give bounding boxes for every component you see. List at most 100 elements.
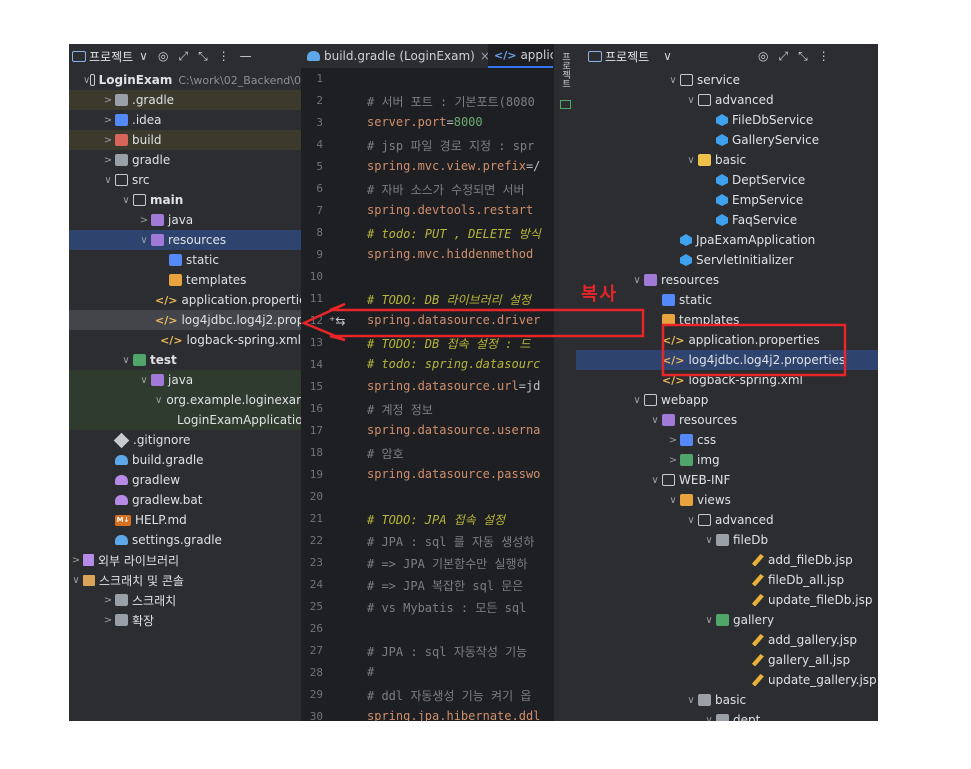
tree-item[interactable]: build.gradle bbox=[69, 450, 301, 470]
code-line[interactable]: # => JPA 기본함수만 실행하 bbox=[367, 555, 528, 572]
code-line[interactable]: # vs Mybatis : 모든 sql bbox=[367, 599, 526, 616]
code-line[interactable]: # => JPA 복잡한 sql 문은 bbox=[367, 577, 523, 594]
tab-application-properties[interactable]: </> applica bbox=[488, 44, 553, 68]
chevron-right-icon[interactable]: > bbox=[101, 595, 115, 606]
chevron-down-icon[interactable]: ∨ bbox=[702, 615, 716, 626]
tree-item[interactable]: </>log4jdbc.log4j2.properties bbox=[69, 310, 301, 330]
code-line[interactable]: # 계정 정보 bbox=[367, 401, 433, 418]
code-line[interactable]: # JPA : sql 자동작성 기능 bbox=[367, 643, 527, 660]
tree-item[interactable]: FileDbService bbox=[576, 110, 878, 130]
tree-item[interactable]: ServletInitializer bbox=[576, 250, 878, 270]
tree-item[interactable]: update_fileDb.jsp bbox=[576, 590, 878, 610]
chevron-right-icon[interactable]: > bbox=[101, 95, 115, 106]
project-toolbar-title[interactable]: 프로젝트 bbox=[89, 48, 133, 65]
code-line[interactable]: # TODO: DB 라이브러리 설정 bbox=[367, 291, 531, 308]
chevron-down-icon[interactable]: ∨ bbox=[648, 415, 662, 426]
options-menu-icon[interactable]: ⋮ bbox=[218, 49, 230, 63]
code-line[interactable]: spring.mvc.hiddenmethod bbox=[367, 247, 533, 261]
chevron-right-icon[interactable]: > bbox=[101, 135, 115, 146]
code-editor[interactable]: build.gradle (LoginExam) × </> applica 1… bbox=[301, 44, 553, 721]
tree-item[interactable]: ∨ resources bbox=[576, 410, 878, 430]
chevron-right-icon[interactable]: > bbox=[666, 455, 680, 466]
tree-item[interactable]: ∨ advanced bbox=[576, 510, 878, 530]
monitor-icon[interactable] bbox=[560, 100, 571, 109]
tree-item[interactable]: > gradle bbox=[69, 150, 301, 170]
code-line[interactable]: # todo: PUT , DELETE 방식 bbox=[367, 225, 541, 242]
chevron-down-icon[interactable]: ∨ bbox=[684, 155, 698, 166]
tree-item[interactable]: gallery_all.jsp bbox=[576, 650, 878, 670]
chevron-down-icon[interactable]: ∨ bbox=[648, 475, 662, 486]
code-line[interactable]: spring.datasource.url=jd bbox=[367, 379, 540, 393]
tree-item[interactable]: </> application.properties bbox=[69, 290, 301, 310]
chevron-right-icon[interactable]: > bbox=[101, 115, 115, 126]
chevron-down-icon[interactable]: ∨ bbox=[702, 535, 716, 546]
chevron-right-icon[interactable]: > bbox=[101, 155, 115, 166]
code-line[interactable]: spring.datasource.userna bbox=[367, 423, 540, 437]
tree-item[interactable]: ∨ gallery bbox=[576, 610, 878, 630]
chevron-down-icon[interactable]: ∨ bbox=[137, 235, 151, 246]
chevron-down-icon[interactable]: ∨ bbox=[83, 75, 90, 86]
tree-item[interactable]: static bbox=[69, 250, 301, 270]
collapse-all-icon[interactable]: ⤡ bbox=[198, 49, 208, 64]
tree-item[interactable]: ∨ 스크래치 및 콘솔 bbox=[69, 570, 301, 590]
code-line[interactable]: # todo: spring.datasourc bbox=[367, 357, 540, 371]
code-line[interactable]: # ddl 자동생성 기능 켜기 옵 bbox=[367, 687, 531, 704]
expand-all-icon[interactable]: ⤢ bbox=[778, 49, 788, 64]
project-toolbar-title[interactable]: 프로젝트 bbox=[605, 48, 649, 65]
code-line[interactable]: spring.devtools.restart bbox=[367, 203, 533, 217]
tree-item[interactable]: ∨ main bbox=[69, 190, 301, 210]
tree-item[interactable]: static bbox=[576, 290, 878, 310]
tree-item[interactable]: EmpService bbox=[576, 190, 878, 210]
tree-item[interactable]: </> logback-spring.xml bbox=[576, 370, 878, 390]
code-line[interactable]: # jsp 파일 경로 지정 : spr bbox=[367, 137, 534, 154]
chevron-down-icon[interactable]: ∨ bbox=[666, 495, 680, 506]
tree-item[interactable]: ∨ advanced bbox=[576, 90, 878, 110]
options-menu-icon[interactable]: ⋮ bbox=[818, 49, 830, 63]
tree-item[interactable]: update_gallery.jsp bbox=[576, 670, 878, 690]
target-icon[interactable]: ◎ bbox=[158, 49, 168, 63]
tree-item[interactable]: ∨ dept bbox=[576, 710, 878, 721]
tree-item[interactable]: settings.gradle bbox=[69, 530, 301, 550]
tree-item[interactable]: M↓ HELP.md bbox=[69, 510, 301, 530]
tree-item[interactable]: </>log4jdbc.log4j2.properties bbox=[576, 350, 878, 370]
tree-item[interactable]: gradlew.bat bbox=[69, 490, 301, 510]
tree-item[interactable]: ∨ LoginExam C:\work\02_Backend\0 bbox=[69, 70, 301, 90]
chevron-down-icon[interactable]: ∨ bbox=[684, 95, 698, 106]
tree-item[interactable]: ∨ test bbox=[69, 350, 301, 370]
tree-item[interactable]: gradlew bbox=[69, 470, 301, 490]
chevron-down-icon[interactable]: ∨ bbox=[119, 355, 133, 366]
tree-item[interactable]: > java bbox=[69, 210, 301, 230]
tree-item[interactable]: </> logback-spring.xml bbox=[69, 330, 301, 350]
chevron-down-icon[interactable]: ∨ bbox=[702, 715, 716, 722]
chevron-down-icon[interactable]: ∨ bbox=[630, 275, 644, 286]
code-line[interactable]: # 자바 소스가 수정되면 서버 bbox=[367, 181, 525, 198]
chevron-down-icon[interactable]: ∨ bbox=[137, 375, 151, 386]
tree-item[interactable]: > .gradle bbox=[69, 90, 301, 110]
tree-item[interactable]: > build bbox=[69, 130, 301, 150]
chevron-down-icon[interactable]: ∨ bbox=[684, 695, 698, 706]
tree-item[interactable]: ∨ service bbox=[576, 70, 878, 90]
target-icon[interactable]: ◎ bbox=[758, 49, 768, 63]
tree-item[interactable]: fileDb_all.jsp bbox=[576, 570, 878, 590]
tree-item[interactable]: .gitignore bbox=[69, 430, 301, 450]
tree-item[interactable]: ∨ resources bbox=[576, 270, 878, 290]
tree-item[interactable]: templates bbox=[576, 310, 878, 330]
tree-item[interactable]: > 확장 bbox=[69, 610, 301, 630]
tree-item[interactable]: > 스크래치 bbox=[69, 590, 301, 610]
tree-item[interactable]: ∨ java bbox=[69, 370, 301, 390]
tree-item[interactable]: DeptService bbox=[576, 170, 878, 190]
chevron-down-icon[interactable]: ∨ bbox=[101, 175, 115, 186]
tree-item[interactable]: ∨ basic bbox=[576, 150, 878, 170]
expand-all-icon[interactable]: ⤢ bbox=[178, 49, 188, 64]
tree-item[interactable]: JpaExamApplication bbox=[576, 230, 878, 250]
code-line[interactable]: # 암호 bbox=[367, 445, 404, 462]
chevron-down-icon[interactable]: ∨ bbox=[119, 195, 133, 206]
tree-item[interactable]: ∨ src bbox=[69, 170, 301, 190]
collapse-all-icon[interactable]: ⤡ bbox=[798, 49, 808, 64]
tree-item[interactable]: GalleryService bbox=[576, 130, 878, 150]
tree-item[interactable]: ∨ views bbox=[576, 490, 878, 510]
tree-item[interactable]: ∨ basic bbox=[576, 690, 878, 710]
dropdown-chevron-icon[interactable]: ∨ bbox=[663, 49, 672, 63]
tree-item[interactable]: </> application.properties bbox=[576, 330, 878, 350]
dropdown-chevron-icon[interactable]: ∨ bbox=[139, 49, 148, 63]
